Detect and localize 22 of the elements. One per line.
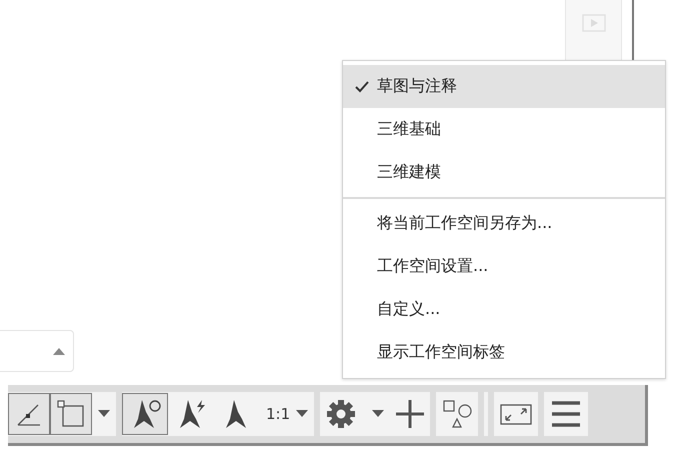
caret-icon bbox=[372, 410, 384, 418]
menu-item[interactable]: 将当前工作空间另存为... bbox=[343, 202, 665, 245]
shapes-icon bbox=[442, 399, 472, 429]
menu-item[interactable]: 显示工作空间标签 bbox=[343, 331, 665, 374]
square-icon bbox=[56, 399, 86, 429]
menu-item[interactable]: 草图与注释 bbox=[343, 65, 665, 108]
menu-item[interactable]: 工作空间设置... bbox=[343, 245, 665, 288]
menu-item[interactable]: 自定义... bbox=[343, 288, 665, 331]
up-arrow-icon[interactable] bbox=[53, 348, 65, 354]
gear-icon bbox=[326, 399, 356, 429]
snap-button[interactable] bbox=[50, 393, 92, 435]
menu-item[interactable]: 三维建模 bbox=[343, 151, 665, 194]
caret-icon bbox=[98, 410, 110, 418]
fullscreen-icon bbox=[500, 402, 532, 426]
checkmark-icon bbox=[355, 80, 369, 92]
angle-button[interactable] bbox=[8, 393, 50, 435]
input-field[interactable] bbox=[0, 330, 74, 372]
menu-item[interactable]: 三维基础 bbox=[343, 108, 665, 151]
menu-icon bbox=[550, 400, 582, 428]
caret-icon bbox=[296, 410, 308, 418]
plus-icon bbox=[396, 400, 424, 428]
annotation-button[interactable] bbox=[122, 393, 168, 435]
